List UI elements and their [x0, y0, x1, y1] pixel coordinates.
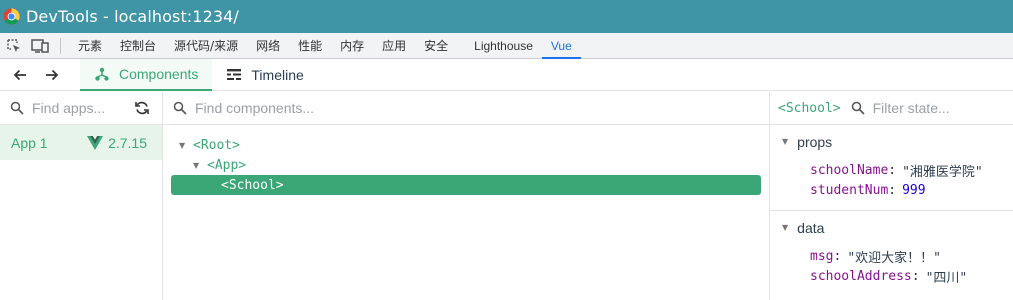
collapse-arrow-icon[interactable]: ▼	[782, 223, 788, 232]
tab-network[interactable]: 网络	[247, 33, 289, 59]
component-tree-icon	[95, 67, 109, 81]
chrome-icon	[3, 8, 20, 25]
tree-node-label: <School>	[221, 177, 284, 193]
tab-sources[interactable]: 源代码/来源	[165, 33, 247, 59]
props-list: schoolName: "湘雅医学院" studentNum: 999	[770, 158, 1013, 210]
tab-vue[interactable]: Vue	[541, 33, 581, 59]
app-name: App 1	[11, 134, 48, 151]
arrow-right-icon	[46, 69, 59, 80]
tab-application[interactable]: 应用	[373, 33, 415, 59]
timeline-icon	[227, 68, 242, 80]
inspect-element-icon[interactable]	[4, 36, 24, 56]
collapse-arrow-icon[interactable]: ▼	[782, 137, 788, 146]
state-search-row: <School>	[770, 92, 1013, 125]
tab-console[interactable]: 控制台	[111, 33, 165, 59]
apps-search-input[interactable]	[32, 100, 122, 116]
app-list-item[interactable]: App 1 2.7.15	[0, 125, 162, 160]
state-inspector-pane: <School> ▼ props schoolName: "湘雅医学院" stu…	[770, 92, 1013, 300]
props-section-header[interactable]: ▼ props	[770, 125, 1013, 158]
data-row[interactable]: schoolAddress: "四川"	[810, 266, 1013, 286]
props-section: ▼ props schoolName: "湘雅医学院" studentNum: …	[770, 125, 1013, 211]
expand-arrow-icon[interactable]: ▼	[179, 141, 191, 150]
props-title: props	[797, 133, 833, 150]
tab-separator	[60, 37, 61, 54]
prop-key: studentNum	[810, 182, 889, 198]
tab-performance[interactable]: 性能	[289, 33, 331, 59]
data-list: msg: "欢迎大家！！" schoolAddress: "四川"	[770, 244, 1013, 296]
tree-node-label: <App>	[207, 157, 247, 173]
vue-logo-icon	[87, 135, 104, 150]
data-section: ▼ data msg: "欢迎大家！！" schoolAddress: "四川"	[770, 211, 1013, 296]
apps-pane: App 1 2.7.15	[0, 92, 163, 300]
tab-lighthouse[interactable]: Lighthouse	[465, 33, 542, 59]
vue-version-badge: 2.7.15	[87, 135, 147, 151]
refresh-icon[interactable]	[134, 100, 150, 116]
tab-components[interactable]: Components	[80, 58, 213, 91]
back-button[interactable]	[4, 59, 36, 91]
search-icon	[173, 101, 187, 115]
prop-row[interactable]: studentNum: 999	[810, 180, 1013, 200]
data-value: "欢迎大家！！"	[847, 250, 941, 266]
components-search-row	[163, 92, 769, 125]
data-value: "四川"	[925, 270, 968, 286]
data-row[interactable]: msg: "欢迎大家！！"	[810, 246, 1013, 266]
forward-button[interactable]	[36, 59, 68, 91]
expand-arrow-icon[interactable]: ▼	[193, 161, 205, 170]
vue-version: 2.7.15	[108, 134, 147, 151]
tab-timeline[interactable]: Timeline	[212, 59, 317, 91]
device-toolbar-icon[interactable]	[30, 36, 50, 56]
data-key: msg	[810, 248, 834, 264]
arrow-left-icon	[13, 69, 26, 80]
data-key: schoolAddress	[810, 268, 912, 284]
prop-row[interactable]: schoolName: "湘雅医学院"	[810, 160, 1013, 180]
prop-value: 999	[902, 182, 926, 198]
component-tree: ▼ <Root> ▼ <App> <School>	[163, 125, 769, 195]
tab-memory[interactable]: 内存	[331, 33, 373, 59]
tree-node-label: <Root>	[193, 137, 240, 153]
window-title: DevTools - localhost:1234/	[26, 7, 239, 26]
prop-key: schoolName	[810, 162, 889, 178]
tree-node-root[interactable]: ▼ <Root>	[163, 135, 769, 155]
selected-component-tag: <School>	[778, 100, 841, 116]
prop-value: "湘雅医学院"	[902, 164, 983, 180]
tab-components-label: Components	[119, 65, 199, 82]
state-filter-input[interactable]	[872, 100, 973, 116]
search-icon	[10, 101, 24, 115]
component-tree-pane: ▼ <Root> ▼ <App> <School>	[163, 92, 770, 300]
tree-node-app[interactable]: ▼ <App>	[163, 155, 769, 175]
apps-search-row	[0, 92, 162, 125]
data-section-header[interactable]: ▼ data	[770, 211, 1013, 244]
window-titlebar: DevTools - localhost:1234/	[0, 0, 1013, 33]
tree-node-school[interactable]: <School>	[171, 175, 761, 195]
tab-security[interactable]: 安全	[415, 33, 457, 59]
tab-elements[interactable]: 元素	[69, 33, 111, 59]
vue-toolbar: Components Timeline	[0, 58, 1013, 91]
components-search-input[interactable]	[195, 100, 495, 116]
devtools-tab-strip: 元素 控制台 源代码/来源 网络 性能 内存 应用 安全 Lighthouse …	[0, 33, 1013, 59]
data-title: data	[797, 219, 825, 236]
tab-timeline-label: Timeline	[251, 66, 304, 83]
search-icon	[851, 101, 865, 115]
